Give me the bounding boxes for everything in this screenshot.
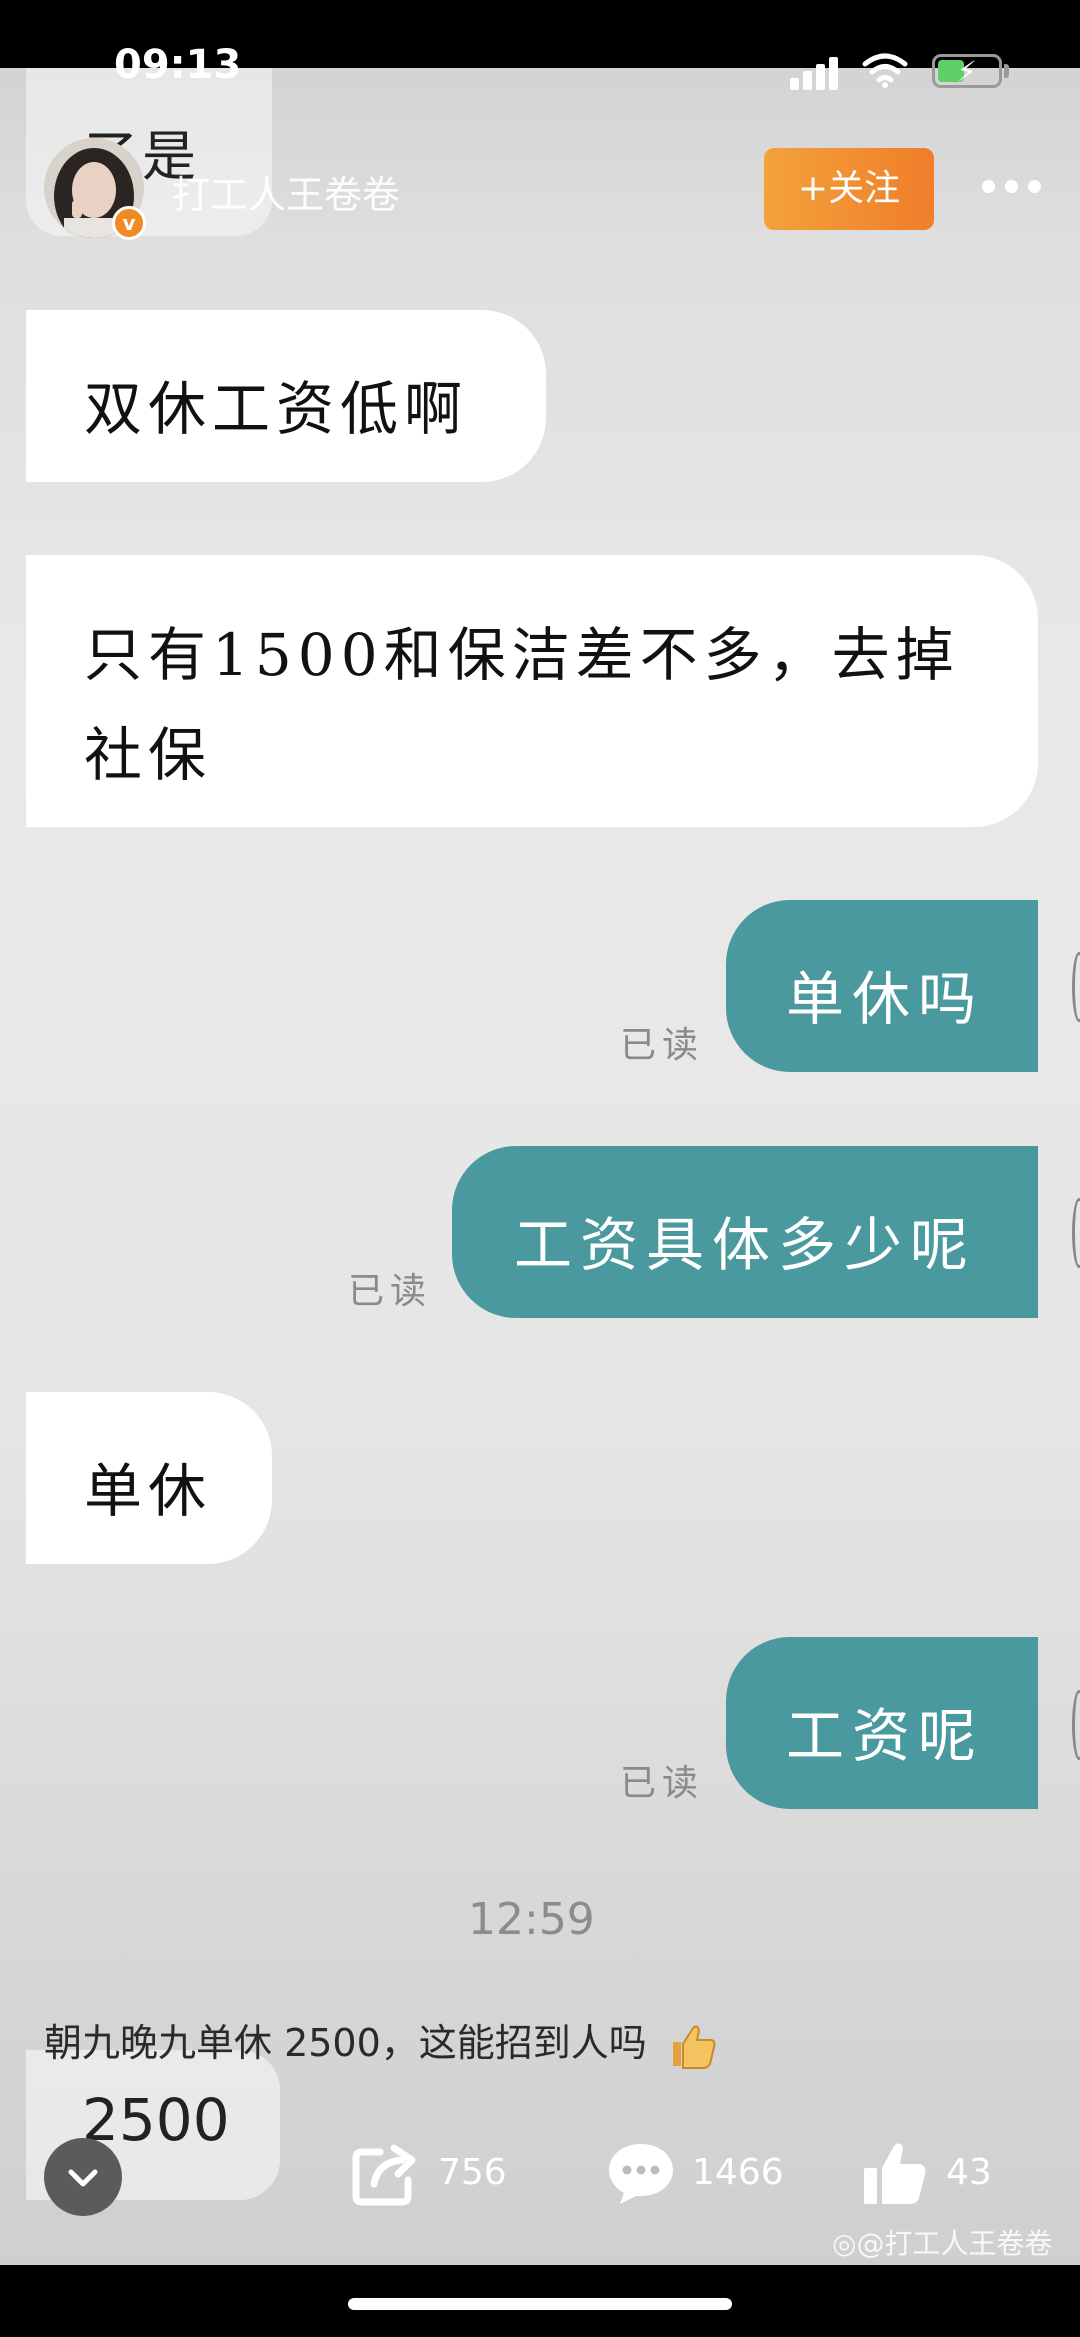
message-sent: 工资呢 xyxy=(726,1637,1038,1809)
status-bar: 09:13 ⚡ xyxy=(0,0,1080,90)
avatar-edge xyxy=(1072,1198,1080,1268)
share-icon xyxy=(352,2144,416,2206)
like-count: 43 xyxy=(946,2152,992,2193)
post-caption: 朝九晚九单休 2500，这能招到人吗 xyxy=(44,2012,717,2070)
collapse-button[interactable] xyxy=(44,2138,122,2216)
message-sent: 单休吗 xyxy=(726,900,1038,1072)
read-receipt: 已读 xyxy=(620,1763,705,1804)
message-received: 单休 xyxy=(26,1392,272,1564)
home-indicator[interactable] xyxy=(348,2298,732,2310)
like-button[interactable]: 43 xyxy=(862,2140,1012,2210)
post-caption-text: 朝九晚九单休 2500，这能招到人吗 xyxy=(44,2021,647,2065)
comment-icon xyxy=(609,2144,673,2204)
chat-timestamp: 12:59 xyxy=(468,1894,595,1945)
avatar-edge xyxy=(1072,952,1080,1022)
username[interactable]: 打工人王卷卷 xyxy=(172,164,400,219)
comment-button[interactable]: 1466 xyxy=(606,2140,796,2210)
comment-count: 1466 xyxy=(692,2152,784,2193)
thumbs-up-emoji-icon xyxy=(672,2025,716,2069)
weibo-logo-icon: ◎ xyxy=(832,2227,857,2260)
share-button[interactable]: 756 xyxy=(352,2140,522,2210)
verified-badge: v xyxy=(112,206,146,240)
more-dots-icon[interactable] xyxy=(982,180,1042,194)
read-receipt: 已读 xyxy=(620,1025,705,1066)
battery-icon: ⚡ xyxy=(932,54,1002,88)
thumbs-up-icon xyxy=(864,2143,926,2204)
battery-cap xyxy=(1004,64,1009,78)
screen: 09:13 ⚡ 了是 v 打工人王卷卷 +关注 双休工资低啊 只有1500和保洁… xyxy=(0,0,1080,2337)
chevron-down-icon xyxy=(68,2169,98,2187)
watermark-text: @打工人王卷卷 xyxy=(856,2227,1053,2260)
watermark: ◎@打工人王卷卷 xyxy=(832,2222,1052,2262)
cellular-signal-icon xyxy=(790,56,846,90)
message-received: 双休工资低啊 xyxy=(26,310,546,482)
follow-button[interactable]: +关注 xyxy=(764,148,934,230)
read-receipt: 已读 xyxy=(348,1271,433,1312)
message-sent: 工资具体多少呢 xyxy=(452,1146,1038,1318)
message-received: 只有1500和保洁差不多，去掉社保 xyxy=(26,555,1038,827)
avatar-edge xyxy=(1072,1690,1080,1760)
share-count: 756 xyxy=(438,2152,507,2193)
wifi-icon xyxy=(862,53,908,88)
